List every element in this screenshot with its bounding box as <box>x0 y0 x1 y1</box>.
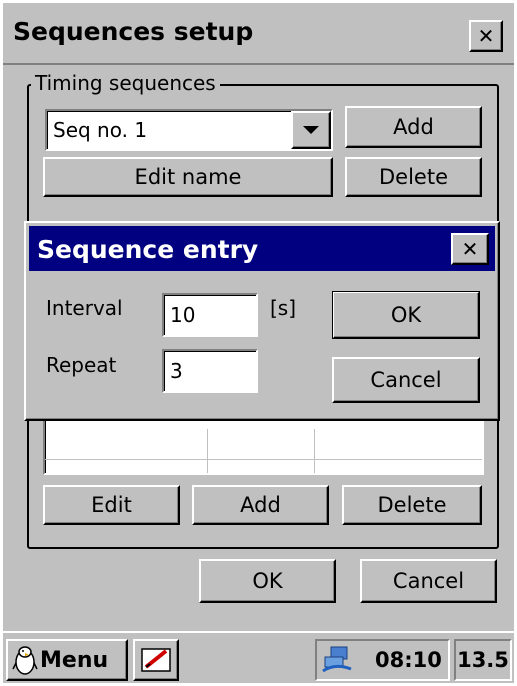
table-cell <box>45 460 208 473</box>
window-ok-button[interactable]: OK <box>199 559 336 603</box>
sequence-add-button[interactable]: Add <box>345 106 482 148</box>
dialog-cancel-button[interactable]: Cancel <box>332 357 480 403</box>
close-icon: ✕ <box>477 24 495 48</box>
status-value-text: 13.5 <box>457 648 509 672</box>
dialog-title: Sequence entry <box>37 235 259 264</box>
timing-sequences-legend: Timing sequences <box>31 71 220 95</box>
entry-delete-label: Delete <box>377 493 447 517</box>
sequence-select-value: Seq no. 1 <box>53 118 148 142</box>
sequence-add-label: Add <box>393 115 434 139</box>
dialog-ok-button[interactable]: OK <box>332 291 480 339</box>
table-row[interactable] <box>45 460 482 473</box>
window-ok-label: OK <box>252 569 283 593</box>
window-close-button[interactable]: ✕ <box>469 20 503 52</box>
sequence-select[interactable]: Seq no. 1 <box>45 109 333 151</box>
interval-value: 10 <box>170 303 196 327</box>
start-menu-button[interactable]: Menu <box>6 639 128 681</box>
entry-add-label: Add <box>240 493 281 517</box>
repeat-input[interactable]: 3 <box>162 349 258 393</box>
dialog-ok-label: OK <box>390 303 422 327</box>
interval-input[interactable]: 10 <box>162 293 258 337</box>
window-title: Sequences setup <box>13 17 254 46</box>
menu-label: Menu <box>40 647 109 673</box>
entry-delete-button[interactable]: Delete <box>342 485 482 525</box>
sequence-delete-button[interactable]: Delete <box>345 157 482 197</box>
chevron-down-icon <box>303 126 319 134</box>
close-icon: ✕ <box>461 237 479 261</box>
table-row[interactable] <box>45 429 482 460</box>
window-cancel-button[interactable]: Cancel <box>360 559 497 603</box>
screen: Sequences setup ✕ Timing sequences Seq n… <box>3 3 514 683</box>
penguin-icon <box>12 646 38 675</box>
pen-tablet-button[interactable] <box>133 639 179 681</box>
interval-label: Interval <box>46 296 123 320</box>
sequence-select-arrow-button[interactable] <box>291 111 331 149</box>
pen-tablet-icon <box>141 648 171 672</box>
clock-time[interactable]: 08:10 <box>375 648 442 672</box>
sequence-delete-label: Delete <box>379 165 448 189</box>
table-cell <box>208 460 315 473</box>
edit-name-button[interactable]: Edit name <box>43 157 333 197</box>
network-icon[interactable] <box>321 645 355 675</box>
taskbar: Menu 08:10 13.5 <box>3 631 514 683</box>
table-cell <box>45 429 208 460</box>
table-cell <box>315 429 482 460</box>
window-cancel-label: Cancel <box>392 569 465 593</box>
dialog-titlebar: Sequence entry ✕ <box>29 226 495 271</box>
status-value: 13.5 <box>454 639 512 681</box>
dialog-cancel-label: Cancel <box>370 368 442 392</box>
entry-edit-label: Edit <box>91 493 132 517</box>
interval-unit-label: [s] <box>270 296 297 320</box>
table-cell <box>315 460 482 473</box>
repeat-value: 3 <box>170 359 183 383</box>
window-titlebar: Sequences setup ✕ <box>3 3 514 65</box>
dialog-close-button[interactable]: ✕ <box>451 233 489 265</box>
entry-add-button[interactable]: Add <box>192 485 329 525</box>
system-tray: 08:10 <box>315 639 450 681</box>
edit-name-label: Edit name <box>134 165 242 189</box>
table-cell <box>208 429 315 460</box>
entry-edit-button[interactable]: Edit <box>43 485 180 525</box>
repeat-label: Repeat <box>46 353 117 377</box>
sequence-entry-dialog: Sequence entry ✕ Interval 10 [s] Repeat … <box>24 221 500 421</box>
